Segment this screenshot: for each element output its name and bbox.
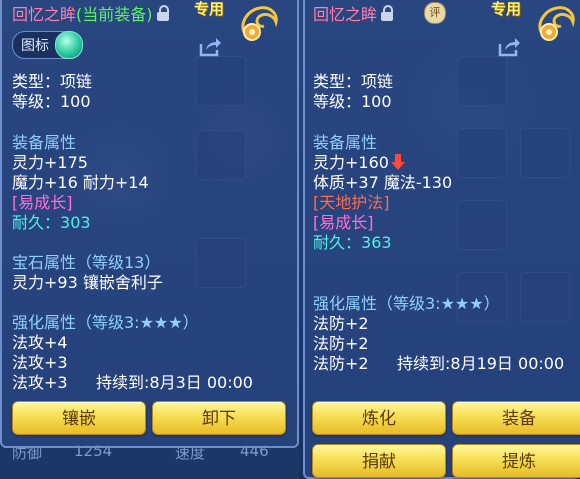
- equip-attr-title: 装备属性: [12, 133, 77, 152]
- share-icon[interactable]: [198, 36, 222, 58]
- exclusive-label: 专用: [491, 0, 522, 18]
- gem-ornament-icon: [241, 6, 278, 41]
- item-name: 回忆之眸: [12, 5, 77, 24]
- item-name: 回忆之眸: [313, 5, 378, 24]
- lock-icon[interactable]: [380, 5, 394, 21]
- equip-button[interactable]: 装备: [452, 401, 580, 435]
- equipped-tag: (当前装备): [76, 5, 153, 24]
- gem-ornament-icon: [538, 6, 575, 41]
- enhance-line: 法防+2: [313, 314, 369, 333]
- exclusive-label: 专用: [194, 0, 225, 18]
- down-arrow-icon: [390, 154, 405, 170]
- growth-tag: [易成长]: [313, 213, 374, 232]
- item-level: 等级：100: [313, 92, 392, 111]
- attr-line: 灵力+160: [313, 153, 405, 173]
- durability: 耐久：363: [313, 233, 392, 253]
- lock-icon[interactable]: [156, 5, 170, 21]
- unequip-button[interactable]: 卸下: [152, 401, 286, 435]
- item-title: 回忆之眸 (当前装备): [12, 2, 170, 24]
- extract-button[interactable]: 提炼: [452, 444, 580, 478]
- item-level: 等级：100: [12, 92, 91, 111]
- gem-attr-line: 灵力+93 镶嵌舍利子: [12, 273, 163, 292]
- enhance-line: 法攻+4: [12, 333, 68, 352]
- durability-label: 耐久：: [12, 213, 61, 232]
- share-icon[interactable]: [497, 36, 521, 58]
- enhance-attr-title: 强化属性（等级3:★★★）: [12, 313, 199, 332]
- enhance-line: 法防+2: [313, 354, 369, 373]
- item-type: 类型：项链: [313, 72, 394, 91]
- durability-value: 363: [361, 233, 392, 252]
- review-badge-icon[interactable]: 评: [424, 2, 446, 24]
- enhance-line: 法攻+3: [12, 353, 68, 372]
- growth-tag: [易成长]: [12, 193, 73, 212]
- orb-icon: [55, 31, 83, 59]
- donate-button[interactable]: 捐献: [312, 444, 446, 478]
- enhance-duration: 持续到:8月19日 00:00: [397, 354, 565, 373]
- item-title: 回忆之眸: [313, 2, 394, 24]
- equip-attr-title: 装备属性: [313, 133, 378, 152]
- icon-toggle-button[interactable]: 图标: [12, 31, 83, 59]
- attr-line: 魔力+16 耐力+14: [12, 173, 149, 192]
- refine-button[interactable]: 炼化: [312, 401, 446, 435]
- item-type: 类型：项链: [12, 72, 93, 91]
- enhance-duration: 持续到:8月3日 00:00: [96, 373, 253, 392]
- gem-attr-title: 宝石属性（等级13）: [12, 253, 161, 272]
- attribute-strip: 防御 1254 速度 446: [0, 442, 299, 479]
- inlay-button[interactable]: 镶嵌: [12, 401, 146, 435]
- durability-value: 303: [60, 213, 91, 232]
- durability-label: 耐久：: [313, 233, 362, 252]
- enhance-attr-title: 强化属性（等级3:★★★）: [313, 294, 500, 313]
- attr-line: 体质+37 魔法-130: [313, 173, 453, 192]
- enhance-line: 法攻+3: [12, 373, 68, 392]
- icon-toggle-label: 图标: [21, 38, 49, 54]
- attr-value: 灵力+160: [313, 153, 389, 172]
- equipped-item-tooltip: 回忆之眸 (当前装备) 专用 图标 类型：项链 等级：100 装备属性 灵力+1…: [0, 0, 299, 448]
- attr-line: 灵力+175: [12, 153, 88, 172]
- durability: 耐久：303: [12, 213, 91, 233]
- compare-item-tooltip: 回忆之眸 专用 类型：项链 等级：100 装备属性 灵力+160 体质+37 魔…: [303, 0, 580, 479]
- enhance-line: 法防+2: [313, 334, 369, 353]
- special-tag: [天地护法]: [313, 193, 390, 212]
